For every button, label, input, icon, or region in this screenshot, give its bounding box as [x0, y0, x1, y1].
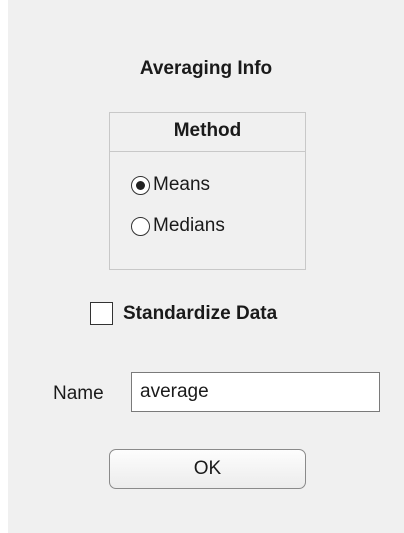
radio-option-means[interactable]: Means [131, 174, 210, 196]
method-panel: Method Means Medians [109, 112, 306, 270]
name-label: Name [53, 383, 104, 404]
medians-radio-label[interactable]: Medians [153, 215, 225, 237]
standardize-data-option[interactable]: Standardize Data [90, 302, 277, 325]
standardize-data-checkbox[interactable] [90, 302, 113, 325]
ok-button[interactable]: OK [109, 449, 306, 489]
name-input[interactable] [131, 372, 380, 412]
standardize-data-label[interactable]: Standardize Data [123, 303, 277, 325]
radio-option-medians[interactable]: Medians [131, 215, 225, 237]
method-panel-header: Method [110, 113, 305, 152]
means-radio-label[interactable]: Means [153, 174, 210, 196]
dialog-title: Averaging Info [139, 58, 273, 79]
medians-radio-button[interactable] [131, 216, 150, 236]
means-radio-button[interactable] [131, 175, 150, 195]
averaging-dialog: Averaging Info Method Means Medians Stan… [8, 0, 404, 533]
